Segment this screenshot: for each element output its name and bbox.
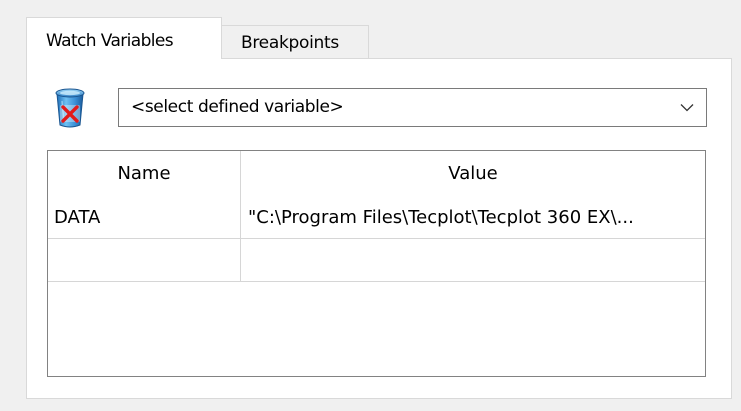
column-divider [240, 151, 241, 282]
delete-variable-button[interactable] [53, 85, 87, 129]
recycle-bin-delete-icon [55, 88, 85, 128]
variable-name-cell[interactable]: DATA [54, 207, 236, 228]
row-divider [48, 238, 705, 239]
variable-value-cell[interactable]: "C:\Program Files\Tecplot\Tecplot 360 EX… [248, 207, 700, 228]
row-divider [48, 281, 705, 282]
variable-select-value: <select defined variable> [131, 97, 344, 117]
tab-label: Breakpoints [241, 33, 339, 53]
tab-label: Watch Variables [46, 31, 174, 51]
tab-breakpoints[interactable]: Breakpoints [221, 25, 369, 59]
watch-variables-table: Name Value DATA "C:\Program Files\Tecplo… [47, 150, 706, 377]
column-header-name[interactable]: Name [48, 151, 240, 195]
chevron-down-icon[interactable] [680, 103, 694, 112]
variable-select[interactable]: <select defined variable> [118, 88, 707, 127]
tab-watch-variables[interactable]: Watch Variables [26, 17, 222, 59]
column-header-value[interactable]: Value [241, 151, 705, 195]
